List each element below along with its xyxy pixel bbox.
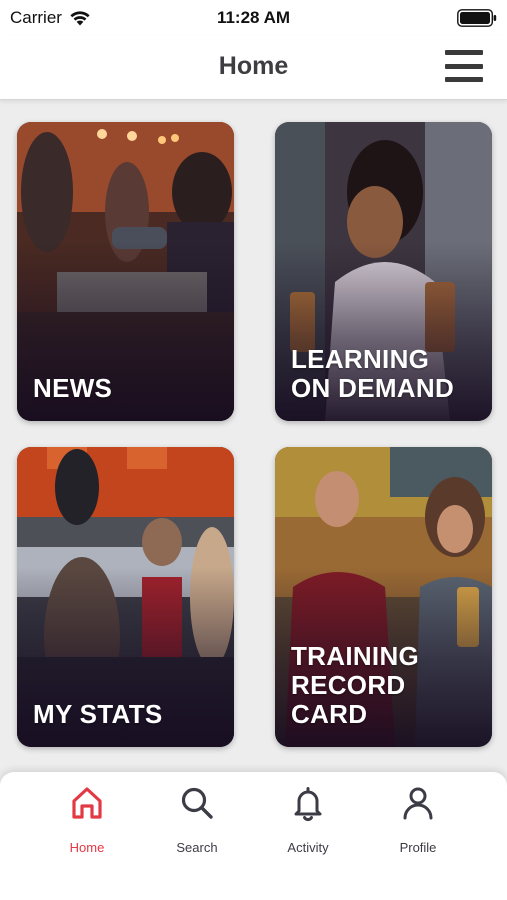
my-stats-tile[interactable]: MY STATS: [17, 447, 234, 747]
learning-on-demand-tile[interactable]: LEARNING ON DEMAND: [275, 122, 492, 421]
training-record-card-tile-label: TRAINING RECORD CARD: [291, 641, 420, 729]
status-time: 11:28 AM: [216, 8, 291, 27]
menu-bar-middle: [445, 63, 483, 69]
battery-icon: [457, 9, 497, 27]
menu-bar-top: [445, 50, 483, 55]
news-tile[interactable]: NEWS: [17, 122, 234, 421]
tab-bar: Home Search Activity Profile: [0, 772, 507, 900]
training-record-card-tile[interactable]: TRAINING RECORD CARD: [275, 447, 492, 747]
search-icon: [181, 787, 213, 819]
learning-on-demand-tile-label: LEARNING ON DEMAND: [291, 344, 455, 403]
person-icon: [403, 787, 433, 820]
tab-profile-label: Profile: [399, 840, 437, 855]
tab-home[interactable]: Home: [42, 784, 132, 870]
tab-search-label: Search: [176, 840, 218, 855]
tab-search[interactable]: Search: [152, 784, 242, 870]
menu-bar-bottom: [445, 77, 483, 82]
page-title: Home: [218, 52, 289, 80]
my-stats-tile-label: MY STATS: [33, 699, 163, 729]
status-bar: Carrier 11:28 AM: [0, 0, 507, 36]
tab-home-label: Home: [69, 840, 105, 855]
hamburger-menu-icon[interactable]: [445, 48, 483, 84]
news-tile-label: NEWS: [33, 373, 113, 403]
home-icon: [72, 787, 102, 819]
bell-icon: [294, 787, 322, 822]
tab-activity-label: Activity: [287, 840, 329, 855]
navigation-bar: Home: [0, 36, 507, 100]
tab-activity[interactable]: Activity: [263, 784, 353, 870]
tab-profile[interactable]: Profile: [373, 784, 463, 870]
